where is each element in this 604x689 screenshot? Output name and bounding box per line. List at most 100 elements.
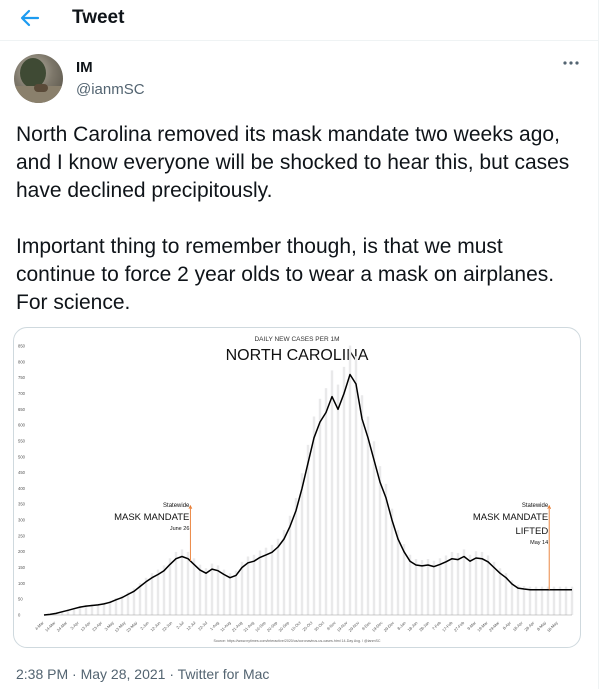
chart-source: Source: https://www.nytimes.com/interact… <box>214 639 381 643</box>
x-tick-label: 8-Jan <box>396 620 407 631</box>
daily-bar <box>444 555 448 615</box>
more-options-button[interactable] <box>560 56 582 76</box>
y-tick-label: 150 <box>18 565 26 570</box>
tweet-media-chart[interactable]: DAILY NEW CASES PER 1M NORTH CAROLINA 0 5… <box>13 327 581 648</box>
daily-bar <box>378 466 382 615</box>
tweet-text: North Carolina removed its mask mandate … <box>16 121 586 317</box>
x-tick-label: 13-Apr <box>79 620 91 632</box>
daily-bar <box>420 560 424 615</box>
x-tick-label: 1-Aug <box>209 620 220 631</box>
y-tick-label: 500 <box>18 454 26 459</box>
daily-bar <box>192 558 196 615</box>
daily-bar <box>228 573 232 615</box>
x-tick-label: 19-Mar <box>476 620 489 633</box>
x-tick-label: 24-Mar <box>56 620 69 633</box>
daily-bar <box>156 569 160 615</box>
daily-bar <box>222 569 226 615</box>
x-tick-label: 27-Feb <box>453 620 466 633</box>
daily-bar <box>486 555 490 615</box>
daily-bar <box>498 568 502 615</box>
x-tick-label: 18-Apr <box>512 620 524 632</box>
meta-separator: · <box>72 666 77 682</box>
daily-bar <box>264 547 268 615</box>
daily-bar <box>282 529 286 615</box>
tweet-paragraph: Important thing to remember though, is t… <box>16 235 555 314</box>
daily-bar <box>174 551 178 615</box>
daily-bar <box>186 551 190 615</box>
y-tick-label: 850 <box>18 344 26 349</box>
daily-bar <box>276 538 280 615</box>
y-tick-label: 200 <box>18 549 26 554</box>
daily-bar <box>522 585 526 615</box>
daily-bar <box>402 544 406 615</box>
x-tick-label: 29-Mar <box>488 620 501 633</box>
annotation-date: June 26 <box>170 526 190 532</box>
daily-bar <box>564 586 568 615</box>
daily-bar <box>528 586 532 615</box>
y-tick-label: 400 <box>18 486 26 491</box>
daily-bar <box>216 565 220 615</box>
daily-bar <box>252 554 256 615</box>
daily-bar <box>210 563 214 615</box>
avatar[interactable] <box>14 54 63 103</box>
tweet-client[interactable]: Twitter for Mac <box>178 666 270 682</box>
author-display-name[interactable]: IM <box>76 59 93 76</box>
daily-bar <box>294 498 298 615</box>
y-tick-label: 250 <box>18 533 26 538</box>
daily-bar <box>306 444 310 615</box>
daily-bar <box>408 554 412 615</box>
chart: DAILY NEW CASES PER 1M NORTH CAROLINA 0 5… <box>18 336 574 643</box>
daily-bar <box>414 558 418 615</box>
x-tick-label: 30-Sep <box>277 620 290 633</box>
more-dots-icon <box>563 61 579 65</box>
daily-bar <box>480 551 484 615</box>
back-button[interactable] <box>14 4 46 32</box>
daily-bar <box>552 586 556 615</box>
tweet-time[interactable]: 2:38 PM <box>16 666 68 682</box>
x-tick-label: 10-Sep <box>254 620 267 633</box>
x-tick-label: 17-Feb <box>441 620 454 633</box>
daily-bar <box>270 544 274 615</box>
x-tick-label: 20-Oct <box>301 620 314 633</box>
arrow-left-icon <box>20 9 40 27</box>
tweet-date[interactable]: May 28, 2021 <box>81 666 166 682</box>
daily-bar <box>168 558 172 615</box>
x-tick-label: 29-Dec <box>383 620 396 633</box>
daily-bar <box>180 549 184 615</box>
x-tick-label: 11-Aug <box>219 620 231 632</box>
daily-bar <box>360 395 364 615</box>
x-tick-label: 14-Mar <box>44 620 57 633</box>
daily-bar <box>426 558 430 615</box>
x-tick-label: 28-Apr <box>523 620 535 632</box>
x-tick-label: 19-Dec <box>371 620 384 633</box>
daily-bar <box>288 515 292 615</box>
annotation-title: Statewide <box>163 503 190 509</box>
page-title: Tweet <box>72 7 125 28</box>
daily-bar <box>438 558 442 615</box>
x-tick-label: 23-Apr <box>91 620 103 632</box>
chart-supertitle: DAILY NEW CASES PER 1M <box>254 336 339 343</box>
y-tick-label: 50 <box>18 597 23 602</box>
x-tick-label: 31-Aug <box>242 620 255 633</box>
y-tick-label: 700 <box>18 391 26 396</box>
author-handle[interactable]: @ianmSC <box>76 81 145 98</box>
daily-bar <box>318 398 322 615</box>
daily-bar <box>300 473 304 615</box>
x-tick-label: 30-Oct <box>313 620 326 633</box>
daily-bar <box>342 366 346 615</box>
x-tick-label: 13-May <box>114 620 127 633</box>
x-tick-label: 18-Jan <box>406 620 418 632</box>
y-tick-label: 350 <box>18 502 26 507</box>
y-tick-label: 600 <box>18 423 26 428</box>
x-tick-label: 21-Aug <box>231 620 244 633</box>
daily-bar <box>570 586 574 615</box>
x-axis: 4-Mar 14-Mar 24-Mar 3-Apr 13-Apr 23-Apr 3-May1… <box>34 620 559 634</box>
daily-bar <box>474 551 478 615</box>
y-tick-label: 750 <box>18 375 26 380</box>
x-tick-label: 2-Jul <box>175 620 185 630</box>
daily-bar <box>516 584 520 615</box>
daily-bar <box>348 345 352 615</box>
daily-bar <box>468 554 472 615</box>
daily-bar <box>324 388 328 615</box>
annotation-date: May 14 <box>530 540 548 546</box>
